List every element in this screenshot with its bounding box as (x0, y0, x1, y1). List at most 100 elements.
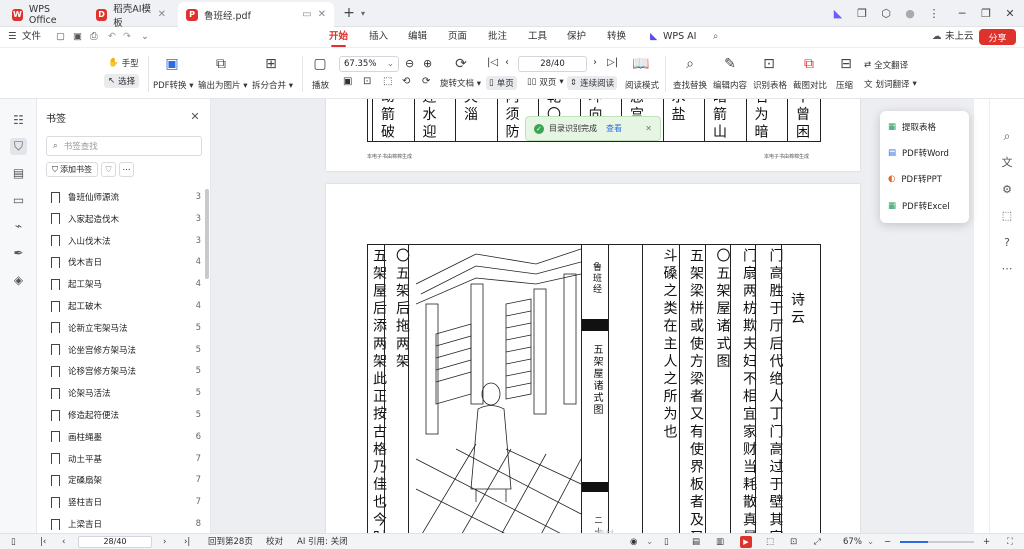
cloud-status[interactable]: 未上云 (945, 29, 974, 45)
recognize-table-button[interactable]: 识别表格 (753, 79, 787, 91)
tab-home[interactable]: 开始 (329, 29, 348, 47)
popup-pdf-to-excel[interactable]: ▦ PDF转Excel (888, 196, 950, 216)
chevron-down-icon[interactable]: ⌄ (867, 535, 874, 549)
bookmark-item[interactable]: 论新立宅架马法 5 (51, 318, 201, 338)
undo-icon[interactable]: ↶ (108, 29, 116, 45)
toast-view-link[interactable]: 查看 (606, 123, 622, 134)
restore-icon[interactable]: ❐ (974, 0, 998, 27)
rotate-right-icon[interactable]: ⟳ (422, 76, 430, 87)
new-tab-icon[interactable]: + (341, 5, 357, 21)
zoom-out-icon[interactable]: ⊖ (405, 57, 414, 70)
redo-icon[interactable]: ↷ (123, 29, 131, 45)
minimize-icon[interactable]: ─ (950, 0, 974, 27)
panel-scrollbar[interactable] (205, 189, 209, 279)
sidebar-toggle-icon[interactable]: ▯ (11, 535, 16, 549)
tab-docer-templates[interactable]: D 稻壳AI模板 ✕ (88, 2, 174, 29)
single-page-view-icon[interactable]: ▯ (664, 535, 669, 549)
find-replace-button[interactable]: 查找替换 (673, 79, 707, 91)
bookmark-item[interactable]: 起工破木 4 (51, 296, 201, 316)
reading-mode-button[interactable]: 阅读模式 (625, 79, 659, 91)
add-bookmark-button[interactable]: ⛉ 添加书签 (46, 162, 98, 177)
bookmark-item[interactable]: 定磉扇架 7 (51, 470, 201, 490)
sliders-icon[interactable]: ⚙ (999, 181, 1015, 197)
tab-wps-office[interactable]: W WPS Office (4, 2, 84, 27)
bookmark-item[interactable]: 入山伐木法 3 (51, 231, 201, 251)
share-button[interactable]: 分享 (979, 29, 1016, 45)
bookmark-item[interactable]: 论坐宫修方架马法 5 (51, 340, 201, 360)
comment-icon[interactable]: ▭ (10, 191, 27, 208)
play-icon[interactable]: ▶ (740, 536, 752, 548)
tab-edit[interactable]: 编辑 (408, 29, 427, 45)
prev-page-icon[interactable]: ‹ (62, 535, 65, 549)
prev-page-icon[interactable]: ‹ (505, 57, 509, 68)
tab-tools[interactable]: 工具 (528, 29, 547, 45)
split-merge-button[interactable]: 拆分合并 ▾ (252, 79, 293, 91)
hamburger-icon[interactable]: ☰ (8, 29, 17, 45)
last-page-icon[interactable]: ›| (184, 535, 190, 549)
open-folder-icon[interactable]: ▢ (56, 29, 65, 45)
next-page-icon[interactable]: › (163, 535, 166, 549)
double-page-button[interactable]: ▯▯ 双页 ▾ (527, 76, 564, 88)
continuous-view-icon[interactable]: ▥ (716, 535, 724, 549)
compress-button[interactable]: 压缩 (836, 79, 853, 91)
next-page-icon[interactable]: › (593, 57, 597, 68)
save-icon[interactable]: ▣ (73, 29, 82, 45)
popup-extract-table[interactable]: ▦ 提取表格 (888, 117, 936, 137)
fit-width-icon[interactable]: ⊡ (363, 76, 371, 87)
chevron-down-icon[interactable]: ⌄ (646, 535, 653, 549)
tab-protect[interactable]: 保护 (567, 29, 586, 45)
status-page-input[interactable]: 28/40 (78, 536, 152, 548)
bookmark-item[interactable]: 动土平基 7 (51, 449, 201, 469)
close-icon[interactable]: ✕ (645, 124, 652, 133)
actual-size-icon[interactable]: ⬚ (383, 76, 392, 87)
first-page-icon[interactable]: |◁ (487, 57, 498, 68)
bookmark-panel-icon[interactable]: ⛉ (10, 138, 27, 155)
chevron-down-icon[interactable]: ⌄ (141, 29, 149, 45)
close-tab-icon[interactable]: ✕ (318, 9, 326, 20)
proofread-button[interactable]: 校对 (266, 535, 283, 549)
fit-page-icon[interactable]: ⊡ (790, 535, 797, 549)
search-icon[interactable]: ⌕ (999, 128, 1015, 144)
bookmark-item[interactable]: 起工架马 4 (51, 274, 201, 294)
highlight-icon[interactable]: ⬚ (999, 207, 1015, 223)
fit-page-icon[interactable]: ▣ (343, 76, 352, 87)
bookmark-item[interactable]: 修造起符便法 5 (51, 405, 201, 425)
fit-width-icon[interactable]: ⬚ (766, 535, 774, 549)
popup-pdf-to-word[interactable]: ▤ PDF转Word (888, 143, 949, 163)
full-translate-button[interactable]: ⇄ 全文翻译 (864, 59, 908, 71)
hand-tool-button[interactable]: ✋ 手型 (108, 57, 139, 69)
first-page-icon[interactable]: |‹ (40, 535, 46, 549)
more-icon[interactable]: ⋯ (999, 260, 1015, 276)
sign-icon[interactable]: ✒ (10, 244, 27, 261)
cloud-icon[interactable]: ☁ (932, 29, 942, 45)
status-zoom-value[interactable]: 67% (843, 535, 862, 549)
tab-convert[interactable]: 转换 (607, 29, 626, 45)
pages-icon[interactable]: ▤ (10, 164, 27, 181)
zoom-select[interactable]: 67.35% ⌄ (339, 56, 399, 72)
select-tool-button[interactable]: ↖ 选择 (104, 74, 140, 88)
search-icon[interactable]: ⌕ (713, 29, 718, 45)
back-to-page-button[interactable]: 回到第28页 (208, 535, 253, 549)
zoom-in-icon[interactable]: ⊕ (423, 57, 432, 70)
rotate-doc-button[interactable]: 旋转文档 ▾ (440, 77, 481, 89)
tab-wps-ai[interactable]: WPS AI (663, 29, 696, 45)
continuous-read-button[interactable]: ⇕ 连续阅读 (567, 76, 618, 90)
ai-quote-toggle[interactable]: AI 引用: 关闭 (297, 535, 348, 549)
export-image-button[interactable]: 输出为图片 ▾ (198, 79, 247, 91)
bookmark-item[interactable]: 入家起造伐木 3 (51, 209, 201, 229)
double-page-view-icon[interactable]: ▤ (692, 535, 700, 549)
avatar[interactable]: ● (898, 0, 922, 27)
wps-ai-logo-icon[interactable]: ◣ (826, 0, 850, 27)
chevron-down-icon[interactable]: ▾ (357, 6, 369, 20)
bookmark-item[interactable]: 竖柱吉日 7 (51, 492, 201, 512)
bookmark-item[interactable]: 伐木吉日 4 (51, 252, 201, 272)
tab-insert[interactable]: 插入 (369, 29, 388, 45)
screenshot-compare-button[interactable]: 截图对比 (793, 79, 827, 91)
single-page-button[interactable]: ▯ 单页 (486, 76, 517, 90)
bookmark-item[interactable]: 上梁吉日 8 (51, 514, 201, 534)
bookmark-delete-icon[interactable]: ⛉ (101, 162, 116, 177)
rotate-left-icon[interactable]: ⟲ (402, 76, 410, 87)
close-tab-icon[interactable]: ✕ (158, 9, 166, 20)
zoom-in-icon[interactable]: + (983, 535, 990, 549)
more-icon[interactable]: ⋯ (119, 162, 134, 177)
